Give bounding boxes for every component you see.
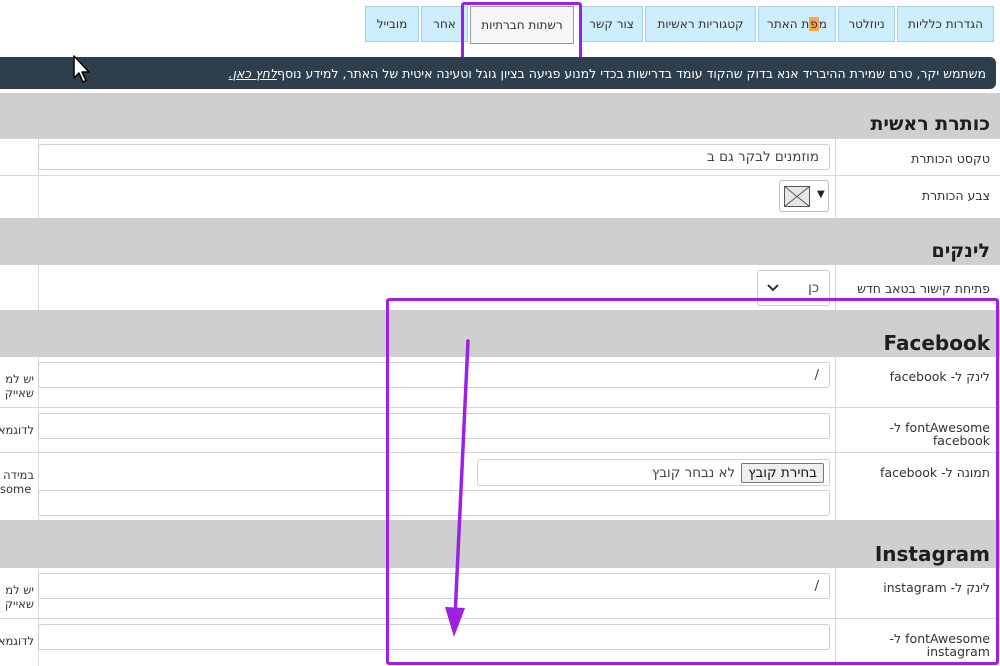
help-line: יש למ bbox=[5, 372, 34, 386]
help-text: לדוגמא bbox=[0, 423, 34, 437]
tab-label: ניוזלטר bbox=[848, 17, 885, 31]
tab-label: הגדרות כלליות bbox=[908, 17, 983, 31]
help-text: יש למ שאייק bbox=[0, 583, 34, 611]
tab-label: אחר bbox=[433, 17, 456, 31]
divider bbox=[0, 175, 1000, 176]
notice-bar: משתמש יקר, טרם שמירת ההיבריד אנא בדוק שה… bbox=[0, 57, 996, 89]
chevron-down-icon bbox=[767, 284, 779, 292]
help-line: שאייק bbox=[4, 597, 34, 611]
section-title: לינקים bbox=[931, 240, 990, 262]
new-tab-label: פתיחת קישור בטאב חדש bbox=[857, 281, 990, 296]
tab-sitemap[interactable]: מפת האתר bbox=[758, 6, 836, 42]
divider bbox=[38, 265, 39, 310]
help-text: לדוגמא bbox=[0, 634, 34, 648]
section-title: כותרת ראשית bbox=[870, 113, 990, 135]
section-links: לינקים bbox=[0, 218, 1000, 265]
title-color-picker[interactable]: ▼ bbox=[779, 180, 829, 212]
tab-label: קטגוריות ראשיות bbox=[657, 17, 744, 31]
active-tab-highlight bbox=[461, 2, 582, 64]
tab-label-prefix: מ bbox=[818, 17, 827, 31]
tab-label: מובייל bbox=[376, 17, 408, 31]
notice-link[interactable]: לחץ כאן. bbox=[229, 66, 277, 81]
help-line: במידה bbox=[3, 468, 34, 482]
annotation-arrow-icon bbox=[445, 339, 470, 637]
tab-mobile[interactable]: מובייל bbox=[365, 6, 419, 42]
tab-newsletter[interactable]: ניוזלטר bbox=[838, 6, 895, 42]
help-text: במידה some bbox=[0, 468, 34, 496]
notice-text: משתמש יקר, טרם שמירת ההיבריד אנא בדוק שה… bbox=[277, 65, 986, 81]
title-color-label: צבע הכותרת bbox=[921, 188, 990, 203]
help-line: יש למ bbox=[5, 583, 34, 597]
mouse-cursor-icon bbox=[73, 55, 90, 83]
tab-general-settings[interactable]: הגדרות כלליות bbox=[897, 6, 994, 42]
tab-bar: הגדרות כלליות ניוזלטר מפת האתר קטגוריות … bbox=[0, 2, 1000, 64]
tab-label: מפת האתר bbox=[767, 17, 827, 31]
dropdown-arrow-icon: ▼ bbox=[817, 189, 825, 200]
empty-color-icon bbox=[784, 186, 810, 207]
tab-label-highlight: פ bbox=[809, 17, 819, 31]
tab-contact[interactable]: צור קשר bbox=[580, 6, 643, 42]
section-main-title: כותרת ראשית bbox=[0, 93, 1000, 139]
help-line: some bbox=[0, 482, 32, 496]
help-line: שאייק bbox=[4, 386, 34, 400]
help-text: יש למ שאייק bbox=[0, 372, 34, 400]
title-text-input[interactable]: מוזמנים לבקר גם ב bbox=[38, 144, 830, 170]
tab-label-suffix: ת האתר bbox=[767, 17, 810, 31]
divider bbox=[835, 139, 836, 218]
tab-label: צור קשר bbox=[589, 17, 634, 31]
title-text-label: טקסט הכותרת bbox=[911, 151, 990, 166]
new-tab-select-value: כן bbox=[808, 280, 819, 296]
tab-main-categories[interactable]: קטגוריות ראשיות bbox=[645, 6, 756, 42]
